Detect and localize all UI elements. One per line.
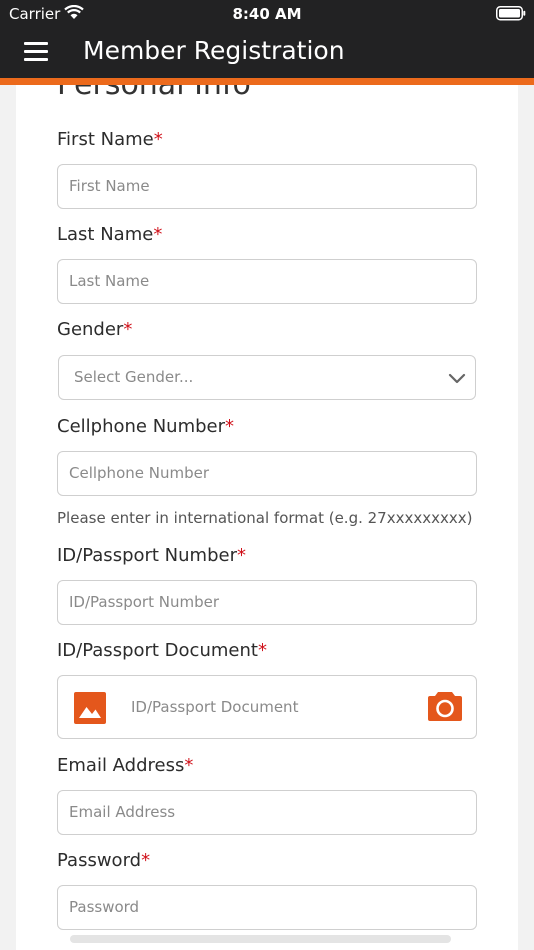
email-label: Email Address*	[57, 755, 194, 776]
required-marker: *	[184, 755, 194, 776]
required-marker: *	[153, 129, 163, 150]
first-name-label: First Name*	[57, 129, 163, 150]
scroll-indicator	[70, 935, 451, 943]
email-field[interactable]: Email Address	[57, 790, 477, 835]
last-name-field[interactable]: Last Name	[57, 259, 477, 304]
required-marker: *	[237, 545, 246, 566]
gender-selected-value: Select Gender...	[74, 368, 194, 386]
last-name-label: Last Name*	[57, 224, 163, 245]
required-marker: *	[257, 640, 267, 661]
section-title: Personal Info	[57, 85, 251, 102]
required-marker: *	[153, 224, 163, 245]
first-name-placeholder: First Name	[69, 177, 150, 195]
password-label: Password*	[57, 850, 151, 871]
camera-icon[interactable]	[427, 690, 463, 722]
password-field[interactable]: Password	[57, 885, 477, 930]
required-marker: *	[225, 416, 235, 437]
top-bar: Carrier 8:40 AM Member Registration	[0, 0, 534, 78]
registration-form: Personal Info First Name* First Name Las…	[16, 85, 518, 950]
chevron-down-icon	[448, 373, 466, 384]
id-number-field[interactable]: ID/Passport Number	[57, 580, 477, 625]
id-document-field[interactable]: ID/Passport Document	[57, 675, 477, 739]
required-marker: *	[141, 850, 151, 871]
menu-icon[interactable]	[24, 42, 48, 62]
required-marker: *	[123, 319, 133, 340]
status-bar: Carrier 8:40 AM	[0, 0, 534, 28]
cellphone-placeholder: Cellphone Number	[69, 464, 210, 482]
battery-icon	[496, 6, 526, 21]
id-document-label: ID/Passport Document*	[57, 640, 267, 661]
gender-label: Gender*	[57, 319, 133, 340]
password-placeholder: Password	[69, 898, 140, 916]
gender-select[interactable]: Select Gender...	[58, 355, 476, 400]
email-placeholder: Email Address	[69, 803, 176, 821]
cellphone-field[interactable]: Cellphone Number	[57, 451, 477, 496]
first-name-field[interactable]: First Name	[57, 164, 477, 209]
id-number-label: ID/Passport Number*	[57, 545, 246, 566]
cellphone-help-text: Please enter in international format (e.…	[57, 509, 473, 527]
gallery-icon[interactable]	[74, 692, 106, 724]
id-document-placeholder: ID/Passport Document	[131, 698, 299, 716]
header-accent-bar	[0, 78, 534, 85]
id-number-placeholder: ID/Passport Number	[69, 593, 219, 611]
clock: 8:40 AM	[232, 5, 302, 23]
last-name-placeholder: Last Name	[69, 272, 150, 290]
page-title: Member Registration	[83, 36, 345, 65]
nav-bar: Member Registration	[0, 28, 534, 78]
cellphone-label: Cellphone Number*	[57, 416, 235, 437]
